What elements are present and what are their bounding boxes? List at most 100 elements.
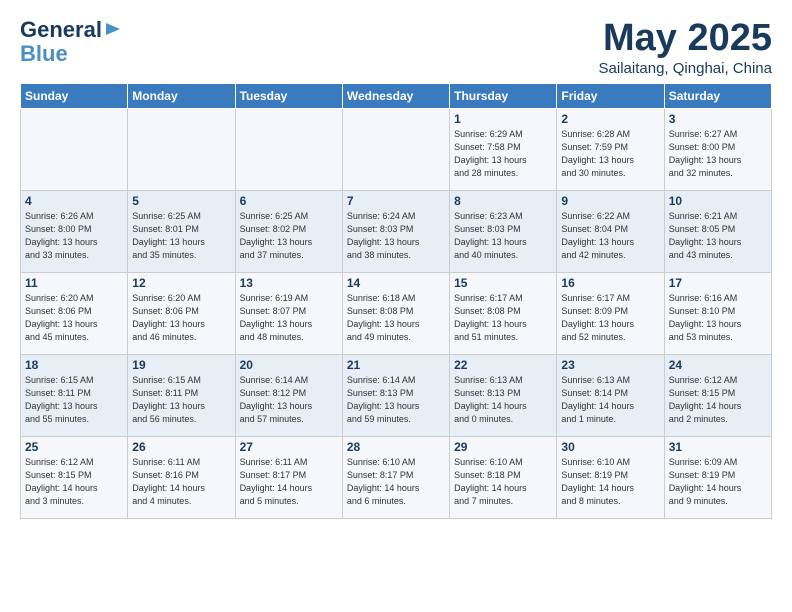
day-number: 29 — [454, 440, 552, 454]
calendar-cell: 28 Sunrise: 6:10 AM Sunset: 8:17 PM Dayli… — [342, 436, 449, 518]
logo-text-blue: Blue — [20, 41, 68, 66]
day-number: 11 — [25, 276, 123, 290]
day-info: Sunrise: 6:12 AM Sunset: 8:15 PM Dayligh… — [669, 374, 767, 426]
calendar-cell: 30 Sunrise: 6:10 AM Sunset: 8:19 PM Dayli… — [557, 436, 664, 518]
day-number: 25 — [25, 440, 123, 454]
logo-icon — [104, 21, 122, 39]
day-number: 3 — [669, 112, 767, 126]
day-number: 28 — [347, 440, 445, 454]
calendar-cell — [21, 108, 128, 190]
col-friday: Friday — [557, 83, 664, 108]
col-thursday: Thursday — [450, 83, 557, 108]
calendar-header-row: Sunday Monday Tuesday Wednesday Thursday… — [21, 83, 772, 108]
day-info: Sunrise: 6:22 AM Sunset: 8:04 PM Dayligh… — [561, 210, 659, 262]
day-number: 22 — [454, 358, 552, 372]
calendar-cell: 10Sunrise: 6:21 AM Sunset: 8:05 PM Dayli… — [664, 190, 771, 272]
calendar-cell: 29Sunrise: 6:10 AM Sunset: 8:18 PM Dayli… — [450, 436, 557, 518]
day-info: Sunrise: 6:11 AM Sunset: 8:16 PM Dayligh… — [132, 456, 230, 508]
calendar-cell: 6 Sunrise: 6:25 AM Sunset: 8:02 PM Daylig… — [235, 190, 342, 272]
day-number: 13 — [240, 276, 338, 290]
calendar-cell: 19Sunrise: 6:15 AM Sunset: 8:11 PM Dayli… — [128, 354, 235, 436]
col-wednesday: Wednesday — [342, 83, 449, 108]
calendar-week-row-5: 25 Sunrise: 6:12 AM Sunset: 8:15 PM Dayli… — [21, 436, 772, 518]
calendar-week-row-3: 11 Sunrise: 6:20 AM Sunset: 8:06 PM Dayli… — [21, 272, 772, 354]
day-info: Sunrise: 6:15 AM Sunset: 8:11 PM Dayligh… — [25, 374, 123, 426]
day-info: Sunrise: 6:09 AM Sunset: 8:19 PM Dayligh… — [669, 456, 767, 508]
day-info: Sunrise: 6:12 AM Sunset: 8:15 PM Dayligh… — [25, 456, 123, 508]
day-info: Sunrise: 6:19 AM Sunset: 8:07 PM Dayligh… — [240, 292, 338, 344]
day-number: 2 — [561, 112, 659, 126]
day-number: 30 — [561, 440, 659, 454]
page: General Blue May 2025 Sailaitang, Qingha… — [0, 0, 792, 529]
day-info: Sunrise: 6:18 AM Sunset: 8:08 PM Dayligh… — [347, 292, 445, 344]
day-info: Sunrise: 6:17 AM Sunset: 8:09 PM Dayligh… — [561, 292, 659, 344]
day-info: Sunrise: 6:14 AM Sunset: 8:12 PM Dayligh… — [240, 374, 338, 426]
calendar-cell: 18 Sunrise: 6:15 AM Sunset: 8:11 PM Dayli… — [21, 354, 128, 436]
calendar-cell: 23 Sunrise: 6:13 AM Sunset: 8:14 PM Dayli… — [557, 354, 664, 436]
day-info: Sunrise: 6:10 AM Sunset: 8:17 PM Dayligh… — [347, 456, 445, 508]
calendar-cell: 17Sunrise: 6:16 AM Sunset: 8:10 PM Dayli… — [664, 272, 771, 354]
main-title: May 2025 — [599, 18, 772, 60]
calendar-cell: 1Sunrise: 6:29 AM Sunset: 7:58 PM Daylig… — [450, 108, 557, 190]
calendar-cell: 15 Sunrise: 6:17 AM Sunset: 8:08 PM Dayli… — [450, 272, 557, 354]
day-info: Sunrise: 6:27 AM Sunset: 8:00 PM Dayligh… — [669, 128, 767, 180]
calendar-cell: 9 Sunrise: 6:22 AM Sunset: 8:04 PM Daylig… — [557, 190, 664, 272]
calendar-cell: 22 Sunrise: 6:13 AM Sunset: 8:13 PM Dayli… — [450, 354, 557, 436]
day-info: Sunrise: 6:15 AM Sunset: 8:11 PM Dayligh… — [132, 374, 230, 426]
calendar-cell: 25 Sunrise: 6:12 AM Sunset: 8:15 PM Dayli… — [21, 436, 128, 518]
day-number: 18 — [25, 358, 123, 372]
calendar-week-row-1: 1Sunrise: 6:29 AM Sunset: 7:58 PM Daylig… — [21, 108, 772, 190]
calendar-cell: 16Sunrise: 6:17 AM Sunset: 8:09 PM Dayli… — [557, 272, 664, 354]
calendar-cell — [235, 108, 342, 190]
logo: General Blue — [20, 18, 122, 66]
day-info: Sunrise: 6:25 AM Sunset: 8:01 PM Dayligh… — [132, 210, 230, 262]
day-number: 23 — [561, 358, 659, 372]
calendar-week-row-4: 18 Sunrise: 6:15 AM Sunset: 8:11 PM Dayli… — [21, 354, 772, 436]
day-number: 21 — [347, 358, 445, 372]
calendar-cell: 4 Sunrise: 6:26 AM Sunset: 8:00 PM Daylig… — [21, 190, 128, 272]
day-number: 5 — [132, 194, 230, 208]
day-number: 1 — [454, 112, 552, 126]
day-info: Sunrise: 6:26 AM Sunset: 8:00 PM Dayligh… — [25, 210, 123, 262]
day-number: 31 — [669, 440, 767, 454]
day-number: 9 — [561, 194, 659, 208]
calendar-cell: 26 Sunrise: 6:11 AM Sunset: 8:16 PM Dayli… — [128, 436, 235, 518]
day-number: 6 — [240, 194, 338, 208]
calendar-cell: 12 Sunrise: 6:20 AM Sunset: 8:06 PM Dayli… — [128, 272, 235, 354]
calendar-cell: 7Sunrise: 6:24 AM Sunset: 8:03 PM Daylig… — [342, 190, 449, 272]
day-number: 15 — [454, 276, 552, 290]
day-info: Sunrise: 6:13 AM Sunset: 8:13 PM Dayligh… — [454, 374, 552, 426]
day-info: Sunrise: 6:20 AM Sunset: 8:06 PM Dayligh… — [132, 292, 230, 344]
calendar-cell: 5 Sunrise: 6:25 AM Sunset: 8:01 PM Daylig… — [128, 190, 235, 272]
day-info: Sunrise: 6:17 AM Sunset: 8:08 PM Dayligh… — [454, 292, 552, 344]
calendar-cell: 31 Sunrise: 6:09 AM Sunset: 8:19 PM Dayli… — [664, 436, 771, 518]
calendar-cell: 3 Sunrise: 6:27 AM Sunset: 8:00 PM Daylig… — [664, 108, 771, 190]
day-info: Sunrise: 6:20 AM Sunset: 8:06 PM Dayligh… — [25, 292, 123, 344]
header: General Blue May 2025 Sailaitang, Qingha… — [20, 18, 772, 77]
calendar-cell: 24 Sunrise: 6:12 AM Sunset: 8:15 PM Dayli… — [664, 354, 771, 436]
col-tuesday: Tuesday — [235, 83, 342, 108]
col-sunday: Sunday — [21, 83, 128, 108]
col-saturday: Saturday — [664, 83, 771, 108]
day-info: Sunrise: 6:25 AM Sunset: 8:02 PM Dayligh… — [240, 210, 338, 262]
day-info: Sunrise: 6:10 AM Sunset: 8:19 PM Dayligh… — [561, 456, 659, 508]
calendar-cell: 2 Sunrise: 6:28 AM Sunset: 7:59 PM Daylig… — [557, 108, 664, 190]
day-info: Sunrise: 6:11 AM Sunset: 8:17 PM Dayligh… — [240, 456, 338, 508]
calendar-cell: 13 Sunrise: 6:19 AM Sunset: 8:07 PM Dayli… — [235, 272, 342, 354]
day-number: 14 — [347, 276, 445, 290]
title-block: May 2025 Sailaitang, Qinghai, China — [599, 18, 772, 77]
day-info: Sunrise: 6:28 AM Sunset: 7:59 PM Dayligh… — [561, 128, 659, 180]
day-number: 7 — [347, 194, 445, 208]
day-info: Sunrise: 6:21 AM Sunset: 8:05 PM Dayligh… — [669, 210, 767, 262]
day-number: 4 — [25, 194, 123, 208]
day-info: Sunrise: 6:13 AM Sunset: 8:14 PM Dayligh… — [561, 374, 659, 426]
calendar-cell: 14 Sunrise: 6:18 AM Sunset: 8:08 PM Dayli… — [342, 272, 449, 354]
day-number: 12 — [132, 276, 230, 290]
day-number: 24 — [669, 358, 767, 372]
day-number: 26 — [132, 440, 230, 454]
calendar-table: Sunday Monday Tuesday Wednesday Thursday… — [20, 83, 772, 519]
day-number: 20 — [240, 358, 338, 372]
calendar-cell: 11 Sunrise: 6:20 AM Sunset: 8:06 PM Dayli… — [21, 272, 128, 354]
col-monday: Monday — [128, 83, 235, 108]
day-info: Sunrise: 6:23 AM Sunset: 8:03 PM Dayligh… — [454, 210, 552, 262]
